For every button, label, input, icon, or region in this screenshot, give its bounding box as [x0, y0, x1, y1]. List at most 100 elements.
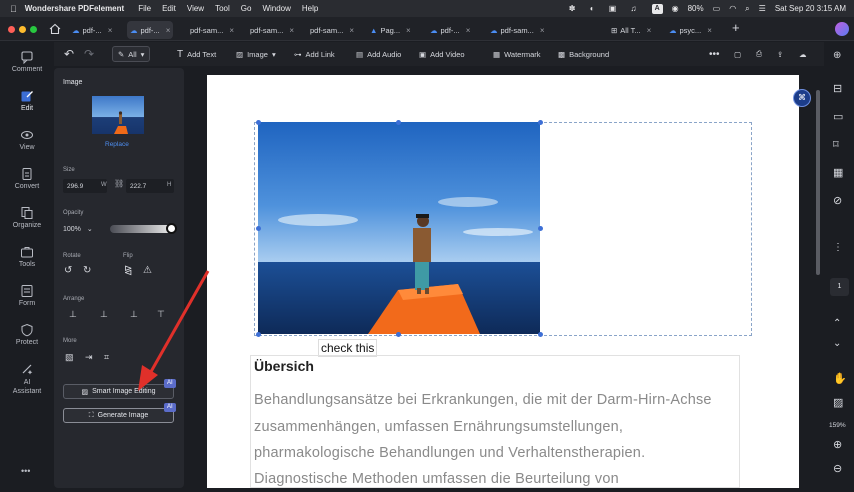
close-tab-icon[interactable]: × — [108, 26, 113, 35]
attachment-icon[interactable]: ⊘ — [833, 194, 846, 207]
rail-ai-assistant[interactable]: AI Assistant — [0, 362, 54, 396]
opacity-dropdown[interactable]: 100% ⌄ — [63, 222, 105, 236]
menu-view[interactable]: View — [187, 4, 204, 13]
image-dropdown[interactable]: ▨ Image ▾ — [236, 46, 276, 62]
watermark-button[interactable]: ▦ Watermark — [493, 46, 540, 62]
zoom-window-button[interactable] — [30, 26, 37, 33]
zoom-out-icon[interactable]: ⊖ — [833, 462, 846, 475]
resize-handle-bottom-center[interactable] — [396, 332, 401, 337]
resize-handle-bottom-left[interactable] — [256, 332, 261, 337]
align-left-icon[interactable]: ⊥ — [69, 309, 77, 320]
edit-all-dropdown[interactable]: ✎ All ▾ — [112, 46, 151, 62]
save-icon[interactable]: ▢ — [734, 46, 741, 62]
tab-pdf-3[interactable]: pdf-sam... × — [190, 21, 234, 39]
layers-icon[interactable]: ▦ — [833, 166, 846, 179]
opacity-slider-knob[interactable] — [166, 223, 177, 234]
print-icon[interactable]: ⎙ — [756, 46, 762, 62]
menu-edit[interactable]: Edit — [162, 4, 176, 13]
add-text-button[interactable]: T Add Text — [177, 46, 216, 62]
rail-comment[interactable]: Comment — [0, 50, 54, 73]
menu-tool[interactable]: Tool — [215, 4, 230, 13]
page-up-icon[interactable]: ⌃ — [833, 318, 846, 331]
paragraph-line-4[interactable]: Diagnostische Methoden umfassen die Beur… — [254, 471, 619, 487]
rail-edit[interactable]: Edit — [0, 89, 54, 112]
image-thumbnail[interactable] — [92, 96, 144, 134]
search-icon[interactable]: ⌕ — [745, 4, 749, 14]
rail-convert[interactable]: Convert — [0, 167, 54, 190]
paragraph-line-1[interactable]: Behandlungsansätze bei Erkrankungen, die… — [254, 392, 712, 408]
tab-pdf-1[interactable]: ☁ pdf-... × — [72, 21, 112, 39]
close-window-button[interactable] — [8, 26, 15, 33]
extract-image-icon[interactable]: ⇥ — [85, 352, 93, 363]
resize-handle-top-center[interactable] — [396, 120, 401, 125]
tab-pdf-4[interactable]: pdf-sam... × — [250, 21, 294, 39]
rail-tools[interactable]: Tools — [0, 245, 54, 268]
tab-all-tools[interactable]: ⊞ All T... × — [611, 21, 651, 39]
close-tab-icon[interactable]: × — [406, 26, 411, 35]
rail-protect[interactable]: Protect — [0, 323, 54, 346]
align-center-icon[interactable]: ⊥ — [100, 309, 108, 320]
rotate-left-icon[interactable]: ↺ — [64, 265, 72, 276]
menu-go[interactable]: Go — [241, 4, 252, 13]
rail-organize[interactable]: Organize — [0, 206, 54, 229]
close-tab-icon[interactable]: × — [349, 26, 354, 35]
close-tab-icon[interactable]: × — [707, 26, 712, 35]
add-audio-button[interactable]: ▤ Add Audio — [356, 46, 401, 62]
tab-pdf-6[interactable]: ☁ pdf-... × — [430, 21, 470, 39]
tab-pdf-2-active[interactable]: ☁ pdf-... × — [127, 21, 174, 39]
bookmark-icon[interactable]: ⌑ — [833, 138, 846, 151]
page-number-box[interactable]: 1 — [830, 278, 849, 296]
paragraph-line-3[interactable]: pharmakologische Behandlungen und Verhal… — [254, 445, 645, 461]
close-tab-icon[interactable]: × — [540, 26, 545, 35]
crop-image-icon[interactable]: ▧ — [65, 352, 74, 363]
input-source-badge[interactable]: A — [651, 3, 663, 14]
close-tab-icon[interactable]: × — [647, 26, 652, 35]
menu-help[interactable]: Help — [302, 4, 318, 13]
zoom-in-icon[interactable]: ⊕ — [833, 438, 846, 451]
tab-pages[interactable]: ▲ Pag... × — [370, 21, 411, 39]
generate-image-button[interactable]: ⛶ Generate Image — [63, 408, 174, 423]
page-down-icon[interactable]: ⌄ — [833, 338, 846, 351]
selected-photo[interactable] — [258, 122, 540, 334]
resize-handle-bottom-right[interactable] — [538, 332, 543, 337]
undo-icon[interactable]: ↶ — [64, 46, 74, 62]
crop-icon[interactable]: ⌗ — [104, 352, 109, 363]
battery-icon[interactable]: ▭ — [713, 4, 721, 13]
comments-icon[interactable]: ▭ — [833, 110, 846, 123]
replace-link[interactable]: Replace — [105, 141, 129, 148]
add-video-button[interactable]: ▣ Add Video — [419, 46, 465, 62]
sync-icon[interactable]: ◉ — [672, 4, 679, 13]
close-tab-icon[interactable]: × — [289, 26, 294, 35]
cloud-sync-icon[interactable]: ☁ — [799, 46, 807, 62]
link-ratio-icon[interactable]: ⛓ — [114, 179, 124, 188]
rail-view[interactable]: View — [0, 128, 54, 151]
ai-floating-icon[interactable]: ⌘ — [793, 89, 811, 107]
status-icons[interactable]: ✽ ◐ ▣ ♫ — [569, 4, 643, 13]
tab-psyc[interactable]: ☁ psyc... × — [669, 21, 712, 39]
section-heading[interactable]: Übersich — [254, 358, 314, 374]
account-avatar[interactable] — [835, 22, 849, 36]
more-icon[interactable]: ••• — [709, 46, 720, 62]
resize-handle-middle-left[interactable] — [256, 226, 261, 231]
add-link-button[interactable]: ⊶ Add Link — [294, 46, 335, 62]
home-icon[interactable] — [49, 23, 61, 35]
wifi-icon[interactable]: ◠ — [729, 4, 736, 13]
paragraph-line-2[interactable]: zusammenhängen, umfassen Ernährungsumste… — [254, 419, 623, 435]
redo-icon[interactable]: ↷ — [84, 46, 94, 62]
tab-pdf-5[interactable]: pdf-sam... × — [310, 21, 354, 39]
close-tab-icon[interactable]: × — [466, 26, 471, 35]
minimize-window-button[interactable] — [19, 26, 26, 33]
rail-form[interactable]: Form — [0, 284, 54, 307]
zoom-level[interactable]: 159% — [829, 422, 846, 429]
more-vertical-icon[interactable]: ⋮ — [833, 242, 846, 255]
share-icon[interactable]: ⇪ — [777, 46, 783, 62]
rotate-right-icon[interactable]: ↻ — [83, 265, 91, 276]
close-tab-icon[interactable]: × — [229, 26, 234, 35]
menu-file[interactable]: File — [138, 4, 151, 13]
apple-icon[interactable]:  — [10, 4, 17, 14]
vertical-scrollbar[interactable] — [816, 90, 820, 275]
hand-tool-icon[interactable]: ✋ — [833, 372, 847, 385]
properties-icon[interactable]: ⊕ — [833, 50, 846, 63]
resize-handle-top-right[interactable] — [538, 120, 543, 125]
menu-window[interactable]: Window — [262, 4, 290, 13]
